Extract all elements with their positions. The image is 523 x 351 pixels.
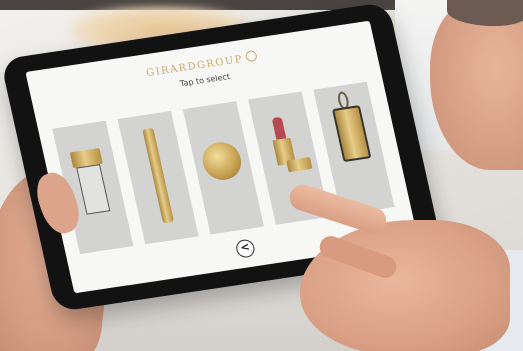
gold-tag-pendant-icon xyxy=(331,105,372,163)
gold-compact-icon xyxy=(198,139,245,183)
product-card-2[interactable] xyxy=(117,111,199,245)
photo-scene: GIRARDGROUP Tap to select < xyxy=(0,0,523,351)
product-gallery xyxy=(52,81,396,255)
back-button[interactable]: < xyxy=(234,238,257,259)
lipstick-tip xyxy=(271,116,287,140)
brand-mark-icon xyxy=(244,49,258,63)
lipstick-cap xyxy=(286,157,313,173)
glass-display-stand xyxy=(76,164,111,215)
gold-bar-icon xyxy=(142,127,175,224)
product-card-3[interactable] xyxy=(182,101,264,235)
